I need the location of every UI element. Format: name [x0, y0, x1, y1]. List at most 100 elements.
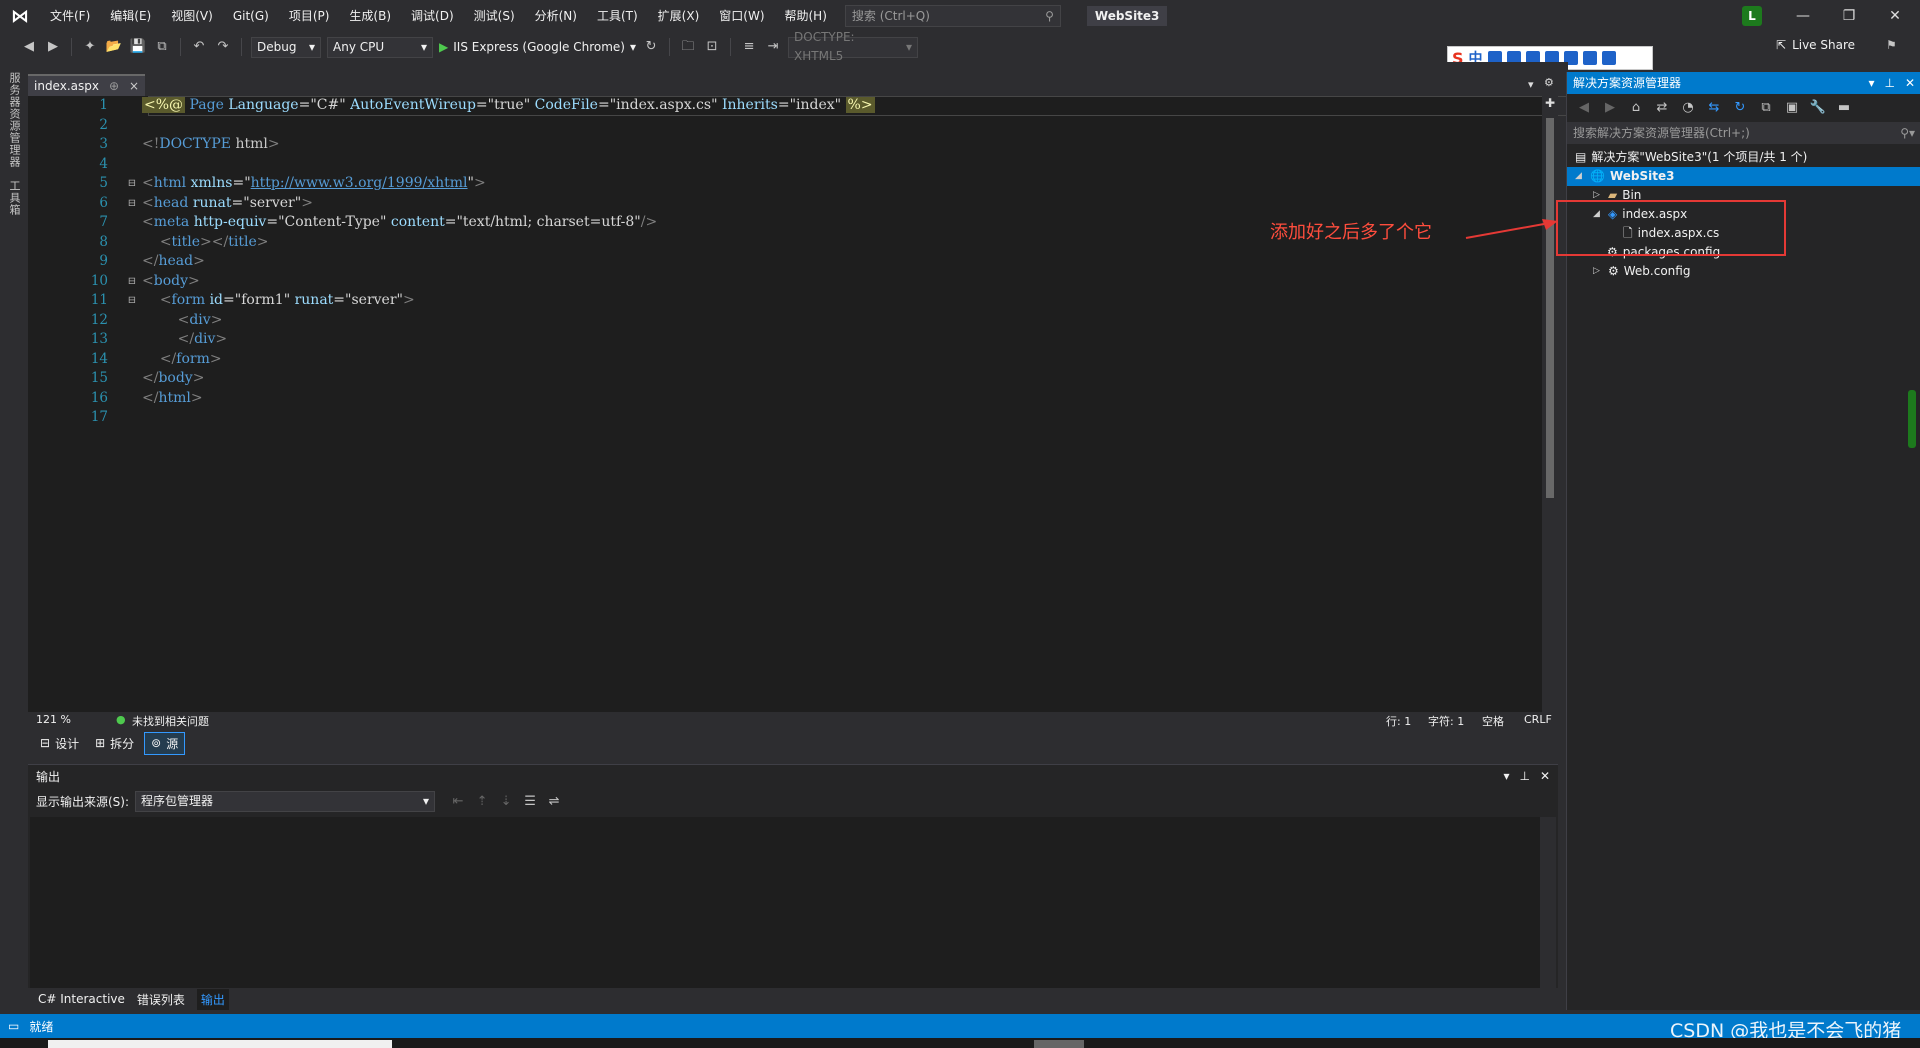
home-icon[interactable]: ⌂: [1627, 99, 1645, 117]
scrollbar-thumb[interactable]: [1546, 118, 1554, 498]
code-line[interactable]: 17: [54, 408, 142, 428]
taskbar-window[interactable]: [48, 1040, 392, 1048]
settings-gear-icon[interactable]: ⚙: [1544, 76, 1554, 89]
bottom-tab-0[interactable]: C# Interactive: [38, 992, 125, 1006]
eol-indicator[interactable]: CRLF: [1524, 713, 1552, 726]
pin-icon[interactable]: ⊥: [1519, 769, 1529, 783]
toolbox-tab[interactable]: 工具箱: [6, 180, 22, 216]
zoom-level[interactable]: 121 %: [36, 713, 71, 726]
code-line[interactable]: 8 <title></title>: [54, 233, 268, 253]
search-input[interactable]: 搜索 (Ctrl+Q) ⚲: [844, 5, 1061, 27]
next-message-icon[interactable]: ⇣: [497, 793, 515, 811]
code-line[interactable]: 16 </html>: [54, 389, 203, 409]
code-line[interactable]: 12 <div>: [54, 311, 223, 331]
switch-views-icon[interactable]: ⇄: [1653, 99, 1671, 117]
feedback-icon[interactable]: ⚑: [1886, 38, 1897, 52]
code-line[interactable]: 7 <meta http-equiv="Content-Type" content…: [54, 213, 657, 233]
taskbar-item[interactable]: [1034, 1040, 1084, 1048]
split-editor-icon[interactable]: ✚: [1545, 96, 1555, 110]
indent-icon[interactable]: ⇥: [764, 38, 782, 56]
browser-link-icon[interactable]: ⊡: [703, 38, 721, 56]
configuration-dropdown[interactable]: Debug ▾: [251, 36, 321, 58]
pin-icon[interactable]: ⊥: [1884, 72, 1894, 94]
fold-toggle-icon[interactable]: ⊟: [122, 174, 142, 194]
code-line[interactable]: 6 ⊟ <head runat="server">: [54, 194, 313, 214]
visual-studio-logo-icon[interactable]: ⋈: [0, 0, 40, 32]
output-source-dropdown[interactable]: 程序包管理器 ▾: [135, 791, 436, 812]
menu-item-4[interactable]: 项目(P): [279, 0, 340, 32]
code-line[interactable]: 1 <%@ Page Language="C#" AutoEventWireup=…: [54, 96, 875, 116]
fold-toggle-icon[interactable]: ⊟: [122, 194, 142, 214]
sync-icon[interactable]: ⇆: [1705, 99, 1723, 117]
user-avatar[interactable]: L: [1742, 6, 1762, 26]
run-button[interactable]: ▶ IIS Express (Google Chrome) ▾: [439, 40, 636, 54]
code-line[interactable]: 4: [54, 155, 142, 175]
preview-icon[interactable]: ▬: [1835, 99, 1853, 117]
minimize-button[interactable]: —: [1780, 0, 1826, 32]
menu-item-10[interactable]: 扩展(X): [648, 0, 710, 32]
refresh-icon[interactable]: ↻: [642, 38, 660, 56]
menu-item-11[interactable]: 窗口(W): [709, 0, 774, 32]
back-icon[interactable]: ◀: [20, 38, 38, 56]
server-explorer-tab[interactable]: 服务器资源管理器: [6, 72, 22, 168]
code-editor[interactable]: 1 <%@ Page Language="C#" AutoEventWireup=…: [28, 96, 1580, 712]
menu-item-9[interactable]: 工具(T): [587, 0, 648, 32]
save-icon[interactable]: 💾: [129, 38, 147, 56]
properties-wrench-icon[interactable]: 🔧: [1809, 99, 1827, 117]
whitespace-indicator[interactable]: 空格: [1482, 713, 1504, 729]
menu-item-1[interactable]: 编辑(E): [100, 0, 161, 32]
code-line[interactable]: 15 </body>: [54, 369, 205, 389]
output-text-area[interactable]: [30, 817, 1540, 989]
doctype-dropdown[interactable]: DOCTYPE: XHTML5 ▾: [788, 30, 919, 63]
undo-icon[interactable]: ↶: [190, 38, 208, 56]
close-icon[interactable]: ×: [129, 79, 139, 93]
collapse-all-icon[interactable]: ⧉: [1757, 99, 1775, 117]
output-window-icon[interactable]: ▭: [8, 1019, 19, 1033]
close-button[interactable]: ✕: [1872, 0, 1918, 32]
show-all-files-icon[interactable]: ▣: [1783, 99, 1801, 117]
bottom-tab-2[interactable]: 输出: [196, 988, 229, 1010]
word-wrap-icon[interactable]: ⇌: [545, 793, 563, 811]
refresh-icon[interactable]: ↻: [1731, 99, 1749, 117]
format-icon[interactable]: ≡: [740, 38, 758, 56]
open-file-icon[interactable]: 📂: [105, 38, 123, 56]
menu-item-7[interactable]: 测试(S): [464, 0, 525, 32]
redo-icon[interactable]: ↷: [214, 38, 232, 56]
solution-search-input[interactable]: 搜索解决方案资源管理器(Ctrl+;) ⚲▾: [1567, 122, 1920, 144]
pending-changes-icon[interactable]: ◔: [1679, 99, 1697, 117]
forward-icon[interactable]: ▶: [44, 38, 62, 56]
menu-item-0[interactable]: 文件(F): [40, 0, 100, 32]
code-line[interactable]: 14 </form>: [54, 350, 222, 370]
solution-root-node[interactable]: ▤ 解决方案"WebSite3"(1 个项目/共 1 个): [1575, 148, 1807, 167]
back-icon[interactable]: ◀: [1575, 99, 1593, 117]
find-message-icon[interactable]: ⇤: [449, 793, 467, 811]
code-line[interactable]: 3 <!DOCTYPE html>: [54, 135, 279, 155]
chevron-down-icon[interactable]: ▾: [1503, 769, 1509, 783]
menu-item-8[interactable]: 分析(N): [525, 0, 587, 32]
design-view-tab[interactable]: ⊟ 设计: [34, 733, 85, 754]
prev-message-icon[interactable]: ⇡: [473, 793, 491, 811]
clear-all-icon[interactable]: ☰: [521, 793, 539, 811]
tree-item-web-config[interactable]: ▷ ⚙ Web.config: [1593, 262, 1690, 281]
platform-dropdown[interactable]: Any CPU ▾: [327, 36, 433, 58]
tab-index-aspx[interactable]: index.aspx ⊕ ×: [28, 74, 146, 96]
forward-icon[interactable]: ▶: [1601, 99, 1619, 117]
editor-vertical-scrollbar[interactable]: ✚: [1542, 96, 1558, 712]
live-share-button[interactable]: ⇱ Live Share: [1776, 38, 1855, 52]
save-all-icon[interactable]: ⧉: [153, 38, 171, 56]
fold-toggle-icon[interactable]: ⊟: [122, 291, 142, 311]
close-icon[interactable]: ✕: [1540, 769, 1550, 783]
split-view-tab[interactable]: ⊞ 拆分: [89, 733, 140, 754]
project-node[interactable]: ◢ 🌐 WebSite3: [1567, 167, 1920, 186]
restore-button[interactable]: ❐: [1826, 0, 1872, 32]
code-line[interactable]: 2: [54, 116, 142, 136]
bottom-tab-1[interactable]: 错误列表: [137, 991, 185, 1008]
output-scrollbar[interactable]: [1540, 817, 1556, 989]
menu-item-3[interactable]: Git(G): [223, 0, 279, 32]
pin-icon[interactable]: ⊕: [109, 79, 119, 93]
code-view[interactable]: 1 <%@ Page Language="C#" AutoEventWireup=…: [54, 96, 1580, 712]
close-icon[interactable]: ✕: [1905, 72, 1915, 94]
fold-toggle-icon[interactable]: ⊟: [122, 272, 142, 292]
code-line[interactable]: 10 ⊟ <body>: [54, 272, 200, 292]
code-line[interactable]: 5 ⊟ <html xmlns="http://www.w3.org/1999/xh…: [54, 174, 485, 194]
